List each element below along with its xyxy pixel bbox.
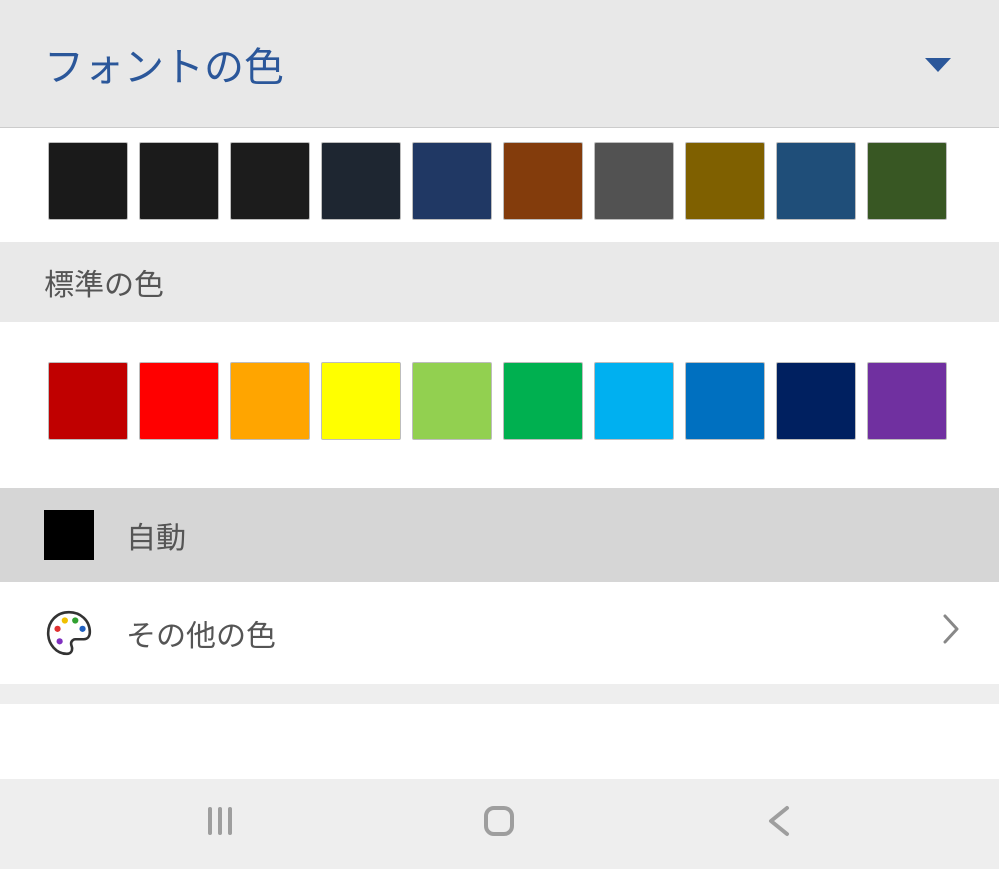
auto-label: 自動 <box>126 513 186 557</box>
theme-color-swatch[interactable] <box>776 142 856 220</box>
standard-color-swatch[interactable] <box>230 362 310 440</box>
standard-color-swatch[interactable] <box>139 362 219 440</box>
standard-color-swatch[interactable] <box>503 362 583 440</box>
standard-color-swatch[interactable] <box>594 362 674 440</box>
theme-color-swatch[interactable] <box>48 142 128 220</box>
standard-colors-row <box>0 322 999 488</box>
theme-color-swatch[interactable] <box>412 142 492 220</box>
theme-color-swatch[interactable] <box>230 142 310 220</box>
other-colors-option[interactable]: その他の色 <box>0 582 999 684</box>
theme-color-swatch[interactable] <box>139 142 219 220</box>
android-navbar <box>0 779 999 869</box>
theme-color-swatch[interactable] <box>685 142 765 220</box>
section-standard-colors: 標準の色 <box>0 242 999 322</box>
theme-colors-row <box>0 136 999 242</box>
standard-color-swatch[interactable] <box>776 362 856 440</box>
chevron-right-icon <box>943 613 961 653</box>
nav-home-button[interactable] <box>439 796 559 846</box>
standard-color-swatch[interactable] <box>321 362 401 440</box>
dropdown-caret-icon[interactable] <box>925 58 951 74</box>
auto-color-option[interactable]: 自動 <box>0 488 999 582</box>
palette-icon <box>44 608 94 658</box>
other-colors-label: その他の色 <box>126 611 276 655</box>
standard-color-swatch[interactable] <box>867 362 947 440</box>
standard-color-swatch[interactable] <box>48 362 128 440</box>
nav-back-button[interactable] <box>719 796 839 846</box>
standard-color-swatch[interactable] <box>685 362 765 440</box>
standard-color-swatch[interactable] <box>412 362 492 440</box>
spacer <box>0 684 999 704</box>
nav-recents-button[interactable] <box>160 796 280 846</box>
theme-color-swatch[interactable] <box>321 142 401 220</box>
spacer <box>0 128 999 136</box>
theme-color-swatch[interactable] <box>503 142 583 220</box>
theme-color-swatch[interactable] <box>594 142 674 220</box>
auto-color-swatch <box>44 510 94 560</box>
theme-color-swatch[interactable] <box>867 142 947 220</box>
page-title: フォントの色 <box>44 35 284 93</box>
header-bar: フォントの色 <box>0 0 999 128</box>
